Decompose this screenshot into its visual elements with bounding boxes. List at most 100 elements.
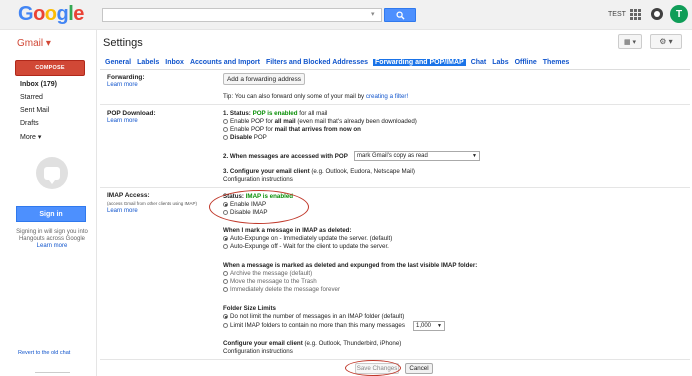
google-logo[interactable]: Google: [18, 3, 84, 26]
tab-offline[interactable]: Offline: [514, 59, 538, 66]
tab-labs[interactable]: Labs: [491, 59, 509, 66]
pop-opt1-pre: Enable POP for: [230, 118, 275, 125]
imap-folder-opt1[interactable]: Do not limit the number of messages in a…: [223, 313, 404, 320]
imap-deleted-opt2-label: Auto-Expunge off - Wait for the client t…: [230, 243, 389, 250]
pop-opt2-pre: Enable POP for: [230, 126, 275, 133]
imap-expunged-opt2-label: Move the message to the Trash: [230, 278, 317, 285]
pop-status: 1. Status: POP is enabled for all mail: [223, 110, 327, 117]
radio-icon[interactable]: [223, 278, 228, 284]
imap-label: IMAP Access:: [107, 192, 150, 199]
sidebar-item-sent[interactable]: Sent Mail: [20, 107, 49, 114]
avatar[interactable]: T: [670, 5, 688, 23]
imap-deleted-opt1-label: Auto-Expunge on - Immediately update the…: [230, 235, 393, 242]
pop-opt1-bold: all mail: [274, 118, 296, 125]
view-toggle-button[interactable]: ▦ ▾: [618, 34, 642, 49]
pop-option-all[interactable]: Enable POP for all mail (even mail that'…: [223, 118, 417, 125]
imap-folder-limit-value: 1,000: [416, 323, 432, 329]
radio-icon[interactable]: [223, 322, 228, 328]
search-options-chevron-icon[interactable]: ▾: [371, 10, 375, 18]
imap-folder-limit-select[interactable]: 1,000 ▼: [413, 321, 445, 331]
pop-configure-hint: (e.g. Outlook, Eudora, Netscape Mail): [309, 168, 415, 175]
imap-deleted-opt2[interactable]: Auto-Expunge off - Wait for the client t…: [223, 243, 389, 250]
pop-config-instructions-link[interactable]: Configuration instructions: [223, 176, 293, 183]
logo-letter: o: [44, 3, 57, 25]
gmail-menu[interactable]: Gmail ▾: [17, 38, 51, 49]
pop-learn-more-link[interactable]: Learn more: [107, 118, 138, 124]
radio-icon[interactable]: [223, 126, 228, 132]
signin-learn-more-link[interactable]: Learn more: [12, 243, 92, 250]
hangouts-signin-button[interactable]: Sign in: [16, 206, 86, 222]
radio-icon[interactable]: [223, 243, 228, 249]
imap-learn-more-link[interactable]: Learn more: [107, 208, 138, 214]
apps-grid-icon[interactable]: [630, 9, 641, 20]
signin-note-text: Signing in will sign you into Hangouts a…: [16, 229, 88, 242]
forwarding-label: Forwarding:: [107, 74, 145, 81]
hangouts-icon: [36, 157, 68, 189]
pop-opt2-bold: mail that arrives from now on: [274, 126, 361, 133]
section-divider: [100, 104, 690, 105]
pop-when-label: 2. When messages are accessed with POP: [223, 153, 348, 160]
sidebar-item-inbox[interactable]: Inbox (179): [20, 81, 57, 88]
notifications-icon[interactable]: [651, 8, 663, 20]
pop-option-disable[interactable]: Disable POP: [223, 134, 267, 141]
radio-icon[interactable]: [223, 313, 228, 319]
imap-deleted-title: When I mark a message in IMAP as deleted…: [223, 227, 352, 234]
revert-chat-link[interactable]: Revert to the old chat: [18, 350, 70, 356]
sidebar-item-more[interactable]: More ▾: [20, 133, 41, 141]
tab-themes[interactable]: Themes: [542, 59, 570, 66]
radio-icon[interactable]: [223, 270, 228, 276]
imap-expunged-opt3-label: Immediately delete the message forever: [230, 286, 341, 293]
radio-icon[interactable]: [223, 235, 228, 241]
sidebar-divider: [96, 30, 97, 376]
search-button[interactable]: [384, 8, 416, 22]
logo-letter: e: [73, 3, 84, 25]
chevron-down-icon: ▼: [472, 153, 477, 159]
pop-status-suffix: for all mail: [297, 110, 328, 117]
tab-inbox[interactable]: Inbox: [164, 59, 185, 66]
pop-opt3-post: POP: [252, 134, 267, 141]
sidebar-item-drafts[interactable]: Drafts: [20, 120, 39, 127]
logo-letter: g: [56, 3, 69, 25]
radio-icon[interactable]: [223, 118, 228, 124]
pop-opt3-bold: Disable: [230, 134, 253, 141]
imap-folder-opt2-label: Limit IMAP folders to contain no more th…: [230, 322, 405, 329]
add-forwarding-address-button[interactable]: Add a forwarding address: [223, 73, 305, 85]
imap-folder-title: Folder Size Limits: [223, 305, 276, 312]
tab-accounts[interactable]: Accounts and Import: [189, 59, 261, 66]
highlight-oval: [345, 360, 401, 376]
logo-letter: o: [33, 3, 45, 25]
imap-client-label: Configure your email client: [223, 340, 303, 347]
imap-expunged-opt2[interactable]: Move the message to the Trash: [223, 278, 317, 285]
tab-general[interactable]: General: [104, 59, 132, 66]
cancel-button[interactable]: Cancel: [405, 363, 433, 374]
imap-deleted-opt1[interactable]: Auto-Expunge on - Immediately update the…: [223, 235, 392, 242]
tab-forwarding[interactable]: Forwarding and POP/IMAP: [373, 59, 466, 66]
pop-status-value: POP is enabled: [252, 110, 298, 117]
tab-chat[interactable]: Chat: [470, 59, 488, 66]
pop-label: POP Download:: [107, 110, 156, 117]
search-icon: [395, 10, 405, 20]
forwarding-learn-more-link[interactable]: Learn more: [107, 82, 138, 88]
radio-icon[interactable]: [223, 286, 228, 292]
pop-opt1-post: (even mail that's already been downloade…: [295, 118, 417, 125]
imap-expunged-opt3[interactable]: Immediately delete the message forever: [223, 286, 340, 293]
imap-folder-opt1-label: Do not limit the number of messages in a…: [230, 313, 405, 320]
imap-folder-opt2[interactable]: Limit IMAP folders to contain no more th…: [223, 322, 405, 329]
settings-tabs: General Labels Inbox Accounts and Import…: [104, 59, 570, 66]
tab-labels[interactable]: Labels: [136, 59, 160, 66]
imap-expunged-opt1[interactable]: Archive the message (default): [223, 270, 312, 277]
pop-when-select[interactable]: mark Gmail's copy as read ▼: [354, 151, 480, 161]
pop-configure-label: 3. Configure your email client: [223, 168, 310, 175]
tab-filters[interactable]: Filters and Blocked Addresses: [265, 59, 369, 66]
settings-gear-button[interactable]: ⚙ ▾: [650, 34, 682, 49]
create-filter-link[interactable]: creating a filter!: [366, 93, 408, 100]
sidebar-item-starred[interactable]: Starred: [20, 94, 43, 101]
search-input[interactable]: [102, 8, 382, 22]
signin-note: Signing in will sign you into Hangouts a…: [12, 229, 92, 250]
imap-config-instructions-link[interactable]: Configuration instructions: [223, 348, 293, 355]
compose-button[interactable]: COMPOSE: [15, 60, 85, 76]
pop-option-new[interactable]: Enable POP for mail that arrives from no…: [223, 126, 361, 133]
logo-letter: G: [18, 3, 34, 25]
imap-client-hint: (e.g. Outlook, Thunderbird, iPhone): [302, 340, 402, 347]
radio-icon[interactable]: [223, 134, 228, 140]
